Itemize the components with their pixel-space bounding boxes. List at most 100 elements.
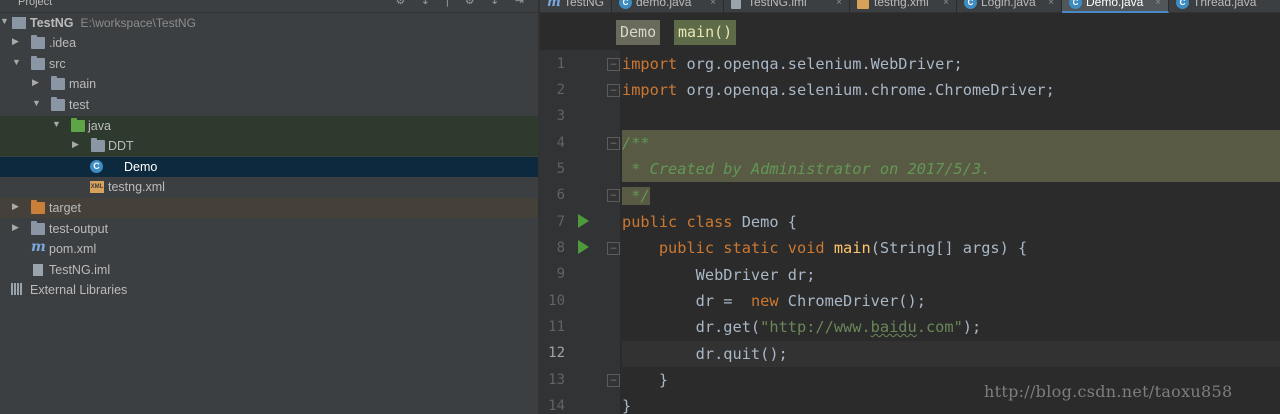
code-keyword: public static void xyxy=(658,239,825,257)
fold-marker-icon[interactable]: − xyxy=(607,137,620,150)
code-text: ); xyxy=(962,318,982,336)
java-class-icon: C xyxy=(964,0,977,9)
fold-marker-icon[interactable]: − xyxy=(607,84,620,97)
tab-label: demo.java xyxy=(636,0,692,9)
folder-icon xyxy=(31,221,45,235)
code-line-12-current[interactable]: dr.quit(); xyxy=(622,341,1280,367)
panel-title[interactable]: Project xyxy=(18,0,52,8)
tree-item-test-output[interactable]: ▶ test-output xyxy=(0,219,538,239)
tree-item-pom-xml[interactable]: m pom.xml xyxy=(0,239,538,259)
tree-item-demo[interactable]: C Demo xyxy=(0,157,538,177)
fold-marker-icon[interactable]: − xyxy=(607,242,620,255)
fold-marker-icon[interactable]: − xyxy=(607,189,620,202)
collapse-arrow-icon[interactable]: ▼ xyxy=(0,16,10,26)
close-icon[interactable]: × xyxy=(836,0,842,13)
tree-item-java[interactable]: ▼ java xyxy=(0,116,538,136)
fold-marker-icon[interactable]: − xyxy=(607,58,620,71)
code-line-7[interactable]: public class Demo { xyxy=(622,209,1280,235)
code-text: WebDriver dr; xyxy=(622,266,816,284)
line-number: 1 xyxy=(556,56,565,72)
code-method-name: main xyxy=(833,239,871,257)
tree-item-external-libraries[interactable]: External Libraries xyxy=(0,280,538,300)
expand-arrow-icon[interactable]: ▶ xyxy=(12,201,22,212)
java-class-icon: C xyxy=(1069,0,1082,9)
tab-thread-java[interactable]: C Thread.java xyxy=(1169,0,1280,13)
expand-arrow-icon[interactable]: ▶ xyxy=(12,222,22,233)
code-line-4[interactable]: /** xyxy=(622,130,1280,156)
code-text: org.openqa.selenium.WebDriver; xyxy=(677,55,963,73)
editor-tab-bar: m TestNG C demo.java × TestNG.iml × test… xyxy=(540,0,1280,13)
tab-label: TestNG xyxy=(564,0,605,9)
code-line-1[interactable]: import org.openqa.selenium.WebDriver; xyxy=(622,51,1280,77)
green-folder-icon xyxy=(71,118,85,132)
tree-item-testng-iml[interactable]: TestNG.iml xyxy=(0,260,538,280)
code-text: dr.get( xyxy=(622,318,761,336)
tree-item-idea[interactable]: ▶ .idea xyxy=(0,33,538,53)
code-line-8[interactable]: public static void main(String[] args) { xyxy=(622,235,1280,261)
code-line-9[interactable]: WebDriver dr; xyxy=(622,262,1280,288)
java-class-icon: C xyxy=(619,0,632,9)
expand-arrow-icon[interactable]: ▶ xyxy=(72,139,82,150)
breadcrumb-method[interactable]: main() xyxy=(674,20,737,45)
collapse-arrow-icon[interactable]: ▼ xyxy=(12,57,22,67)
panel-toolbar-icons[interactable]: ⚙ ↕ | ⚙ ↓ ⇥ xyxy=(395,0,530,7)
project-icon xyxy=(12,17,26,29)
line-number-current: 12 xyxy=(548,345,565,361)
code-line-3[interactable] xyxy=(622,104,1280,130)
close-icon[interactable]: × xyxy=(1048,0,1054,13)
tree-item-testng-xml[interactable]: XML testng.xml xyxy=(0,177,538,197)
code-string: .com" xyxy=(916,318,963,336)
breadcrumb-class[interactable]: Demo xyxy=(616,20,661,45)
tree-item-project-root[interactable]: ▼ TestNG E:\workspace\TestNG xyxy=(0,13,538,33)
watermark: http://blog.csdn.net/taoxu858 xyxy=(984,382,1233,401)
tree-item-src[interactable]: ▼ src xyxy=(0,54,538,74)
tab-login-java[interactable]: C Login.java × xyxy=(957,0,1062,13)
line-number: 9 xyxy=(556,266,565,282)
code-text: (String[] args) { xyxy=(870,239,1028,257)
tree-item-target[interactable]: ▶ target xyxy=(0,198,538,218)
fold-marker-icon[interactable]: − xyxy=(607,374,620,387)
tab-label: testng.xml xyxy=(874,0,929,9)
code-editor: m TestNG C demo.java × TestNG.iml × test… xyxy=(540,0,1280,414)
code-line-10[interactable]: dr = new ChromeDriver(); xyxy=(622,288,1280,314)
line-number: 2 xyxy=(556,82,565,98)
collapse-arrow-icon[interactable]: ▼ xyxy=(32,98,42,108)
line-number: 6 xyxy=(556,187,565,203)
code-keyword: import xyxy=(622,55,678,73)
close-icon[interactable]: × xyxy=(943,0,949,13)
tab-demo-java[interactable]: C Demo.java × xyxy=(1062,0,1169,13)
tree-item-ddt[interactable]: ▶ DDT xyxy=(0,136,538,156)
line-number: 4 xyxy=(556,135,565,151)
project-panel-header: Project ⚙ ↕ | ⚙ ↓ ⇥ xyxy=(0,0,538,13)
close-icon[interactable]: × xyxy=(1155,0,1161,13)
line-number: 7 xyxy=(556,214,565,230)
tree-item-main[interactable]: ▶ main xyxy=(0,74,538,94)
tree-item-label: External Libraries xyxy=(30,283,128,297)
tab-demo-java-lower[interactable]: C demo.java × xyxy=(612,0,724,13)
code-line-11[interactable]: dr.get("http://www.baidu.com"); xyxy=(622,314,1280,340)
tree-item-label: pom.xml xyxy=(49,242,97,256)
tab-label: Demo.java xyxy=(1086,0,1144,9)
breadcrumb: Demo main() xyxy=(540,13,1280,50)
tree-item-test[interactable]: ▼ test xyxy=(0,95,538,115)
tab-testng-iml[interactable]: TestNG.iml × xyxy=(724,0,850,13)
project-path: E:\workspace\TestNG xyxy=(80,16,196,30)
libraries-icon xyxy=(11,283,25,295)
code-text: } xyxy=(622,397,632,414)
tree-item-label: main xyxy=(69,77,97,91)
expand-arrow-icon[interactable]: ▶ xyxy=(12,36,22,47)
close-icon[interactable]: × xyxy=(710,0,716,13)
code-text: } xyxy=(622,371,669,389)
tab-testng[interactable]: m TestNG xyxy=(540,0,612,13)
run-main-icon[interactable] xyxy=(578,240,589,254)
code-line-5[interactable]: * Created by Administrator on 2017/5/3. xyxy=(622,156,1280,182)
tab-testng-xml[interactable]: testng.xml × xyxy=(850,0,957,13)
folder-icon xyxy=(31,35,45,49)
code-line-2[interactable]: import org.openqa.selenium.chrome.Chrome… xyxy=(622,77,1280,103)
expand-arrow-icon[interactable]: ▶ xyxy=(32,77,42,88)
collapse-arrow-icon[interactable]: ▼ xyxy=(52,119,62,129)
run-class-icon[interactable] xyxy=(578,214,589,228)
code-line-6[interactable]: */ xyxy=(622,183,1280,209)
